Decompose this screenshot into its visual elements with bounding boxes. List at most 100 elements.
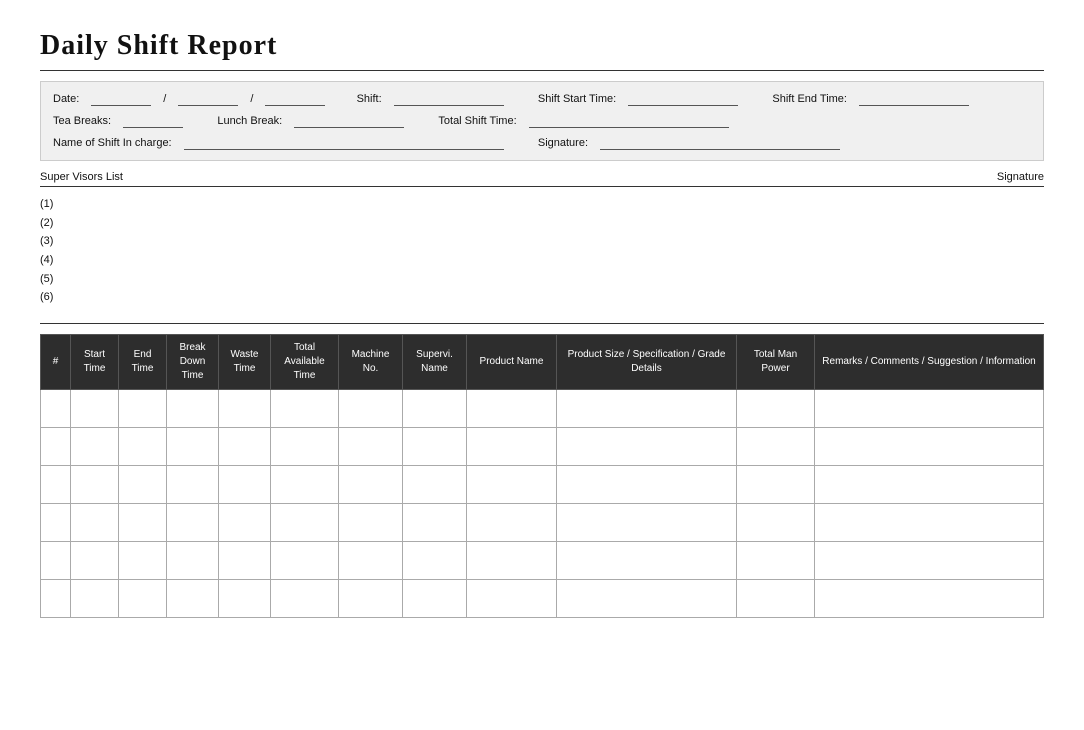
cell-num[interactable] xyxy=(41,466,71,504)
cell-num[interactable] xyxy=(41,504,71,542)
supervisors-header: Super Visors List Signature xyxy=(40,171,1044,187)
cell-end[interactable] xyxy=(119,466,167,504)
cell-remarks[interactable] xyxy=(815,542,1044,580)
cell-end[interactable] xyxy=(119,504,167,542)
cell-break[interactable] xyxy=(167,542,219,580)
cell-num[interactable] xyxy=(41,580,71,618)
cell-total-avail[interactable] xyxy=(271,542,339,580)
cell-end[interactable] xyxy=(119,390,167,428)
cell-remarks[interactable] xyxy=(815,466,1044,504)
cell-machine[interactable] xyxy=(339,504,403,542)
date-field-month[interactable] xyxy=(178,92,238,106)
cell-remarks[interactable] xyxy=(815,390,1044,428)
cell-supervi[interactable] xyxy=(403,504,467,542)
cell-remarks[interactable] xyxy=(815,504,1044,542)
cell-waste[interactable] xyxy=(219,580,271,618)
cell-product-spec[interactable] xyxy=(557,466,737,504)
cell-product-spec[interactable] xyxy=(557,428,737,466)
cell-waste[interactable] xyxy=(219,466,271,504)
cell-product-spec[interactable] xyxy=(557,390,737,428)
tea-breaks-field[interactable] xyxy=(123,114,183,128)
col-header-total-avail: Total Available Time xyxy=(271,335,339,390)
cell-product-name[interactable] xyxy=(467,504,557,542)
cell-man-power[interactable] xyxy=(737,580,815,618)
date-sep2: / xyxy=(250,93,253,105)
cell-machine[interactable] xyxy=(339,428,403,466)
col-header-man-power: Total Man Power xyxy=(737,335,815,390)
cell-man-power[interactable] xyxy=(737,466,815,504)
cell-end[interactable] xyxy=(119,428,167,466)
signature-field[interactable] xyxy=(600,136,840,150)
cell-num[interactable] xyxy=(41,542,71,580)
shift-end-field[interactable] xyxy=(859,92,969,106)
header-row-1: Date: / / Shift: Shift Start Time: Shift… xyxy=(53,92,1031,106)
cell-break[interactable] xyxy=(167,466,219,504)
cell-total-avail[interactable] xyxy=(271,390,339,428)
cell-waste[interactable] xyxy=(219,542,271,580)
cell-remarks[interactable] xyxy=(815,428,1044,466)
cell-start[interactable] xyxy=(71,390,119,428)
total-shift-field[interactable] xyxy=(529,114,729,128)
header-row-2: Tea Breaks: Lunch Break: Total Shift Tim… xyxy=(53,114,1031,128)
cell-start[interactable] xyxy=(71,580,119,618)
cell-total-avail[interactable] xyxy=(271,428,339,466)
cell-end[interactable] xyxy=(119,580,167,618)
cell-supervi[interactable] xyxy=(403,428,467,466)
cell-product-name[interactable] xyxy=(467,466,557,504)
cell-supervi[interactable] xyxy=(403,466,467,504)
cell-start[interactable] xyxy=(71,504,119,542)
cell-product-name[interactable] xyxy=(467,542,557,580)
cell-man-power[interactable] xyxy=(737,428,815,466)
cell-supervi[interactable] xyxy=(403,580,467,618)
table-row xyxy=(41,390,1044,428)
shift-start-label: Shift Start Time: xyxy=(538,93,616,105)
cell-start[interactable] xyxy=(71,466,119,504)
col-header-waste: Waste Time xyxy=(219,335,271,390)
cell-waste[interactable] xyxy=(219,504,271,542)
cell-break[interactable] xyxy=(167,504,219,542)
col-header-supervi: Supervi. Name xyxy=(403,335,467,390)
shift-incharge-field[interactable] xyxy=(184,136,504,150)
cell-total-avail[interactable] xyxy=(271,466,339,504)
cell-break[interactable] xyxy=(167,390,219,428)
cell-man-power[interactable] xyxy=(737,542,815,580)
cell-remarks[interactable] xyxy=(815,580,1044,618)
cell-break[interactable] xyxy=(167,580,219,618)
cell-num[interactable] xyxy=(41,428,71,466)
lunch-break-field[interactable] xyxy=(294,114,404,128)
cell-end[interactable] xyxy=(119,542,167,580)
title-divider xyxy=(40,70,1044,71)
page-title: Daily Shift Report xyxy=(40,30,1044,62)
cell-man-power[interactable] xyxy=(737,504,815,542)
cell-supervi[interactable] xyxy=(403,542,467,580)
date-field-day[interactable] xyxy=(91,92,151,106)
supervisors-list: (1) (2) (3) (4) (5) (6) xyxy=(40,193,1044,309)
cell-product-spec[interactable] xyxy=(557,542,737,580)
cell-waste[interactable] xyxy=(219,390,271,428)
cell-start[interactable] xyxy=(71,542,119,580)
cell-supervi[interactable] xyxy=(403,390,467,428)
cell-machine[interactable] xyxy=(339,542,403,580)
cell-break[interactable] xyxy=(167,428,219,466)
cell-num[interactable] xyxy=(41,390,71,428)
table-row xyxy=(41,504,1044,542)
cell-product-name[interactable] xyxy=(467,428,557,466)
shift-field[interactable] xyxy=(394,92,504,106)
cell-waste[interactable] xyxy=(219,428,271,466)
cell-start[interactable] xyxy=(71,428,119,466)
cell-total-avail[interactable] xyxy=(271,504,339,542)
date-field-year[interactable] xyxy=(265,92,325,106)
cell-product-spec[interactable] xyxy=(557,504,737,542)
list-item: (2) xyxy=(40,214,1044,233)
cell-product-name[interactable] xyxy=(467,390,557,428)
header-section: Date: / / Shift: Shift Start Time: Shift… xyxy=(40,81,1044,161)
cell-machine[interactable] xyxy=(339,466,403,504)
cell-total-avail[interactable] xyxy=(271,580,339,618)
cell-product-spec[interactable] xyxy=(557,580,737,618)
cell-product-name[interactable] xyxy=(467,580,557,618)
shift-start-field[interactable] xyxy=(628,92,738,106)
cell-man-power[interactable] xyxy=(737,390,815,428)
cell-machine[interactable] xyxy=(339,580,403,618)
col-header-machine: Machine No. xyxy=(339,335,403,390)
cell-machine[interactable] xyxy=(339,390,403,428)
